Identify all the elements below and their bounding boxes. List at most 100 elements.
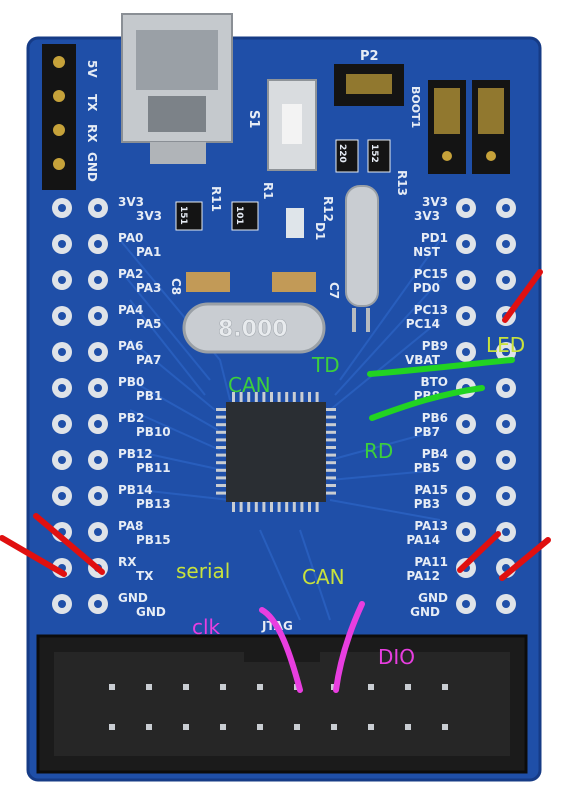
right-pin-label: PA14 (406, 533, 440, 547)
right-pin-label: GND (418, 591, 448, 605)
left-pin-label: PA4 (118, 303, 143, 317)
left-pin-label: PB13 (136, 497, 171, 511)
label-r13: R13 (395, 170, 409, 196)
left-pin-label: PB10 (136, 425, 171, 439)
right-pin-label: PD0 (413, 281, 440, 295)
pad-hole (462, 276, 470, 284)
pad-hole (462, 240, 470, 248)
annotation-can-top: CAN (228, 373, 271, 397)
label-d1: D1 (313, 222, 327, 240)
pad-hole (502, 600, 510, 608)
pad-hole (94, 492, 102, 500)
right-pin-label: PB6 (422, 411, 448, 425)
header-label-tx: TX (85, 94, 99, 112)
pad-hole (94, 384, 102, 392)
left-pin-label: PB1 (136, 389, 162, 403)
left-pin-label: PA1 (136, 245, 161, 259)
label-p2: P2 (360, 49, 379, 64)
annotation-can-bottom: CAN (302, 565, 345, 589)
right-pin-label: PA12 (406, 569, 440, 583)
pad-hole (94, 204, 102, 212)
pad-hole (94, 348, 102, 356)
left-pin-label: PA3 (136, 281, 161, 295)
label-151: 151 (178, 206, 188, 225)
pad-hole (94, 420, 102, 428)
pad-hole (462, 492, 470, 500)
right-pin-label: PB3 (414, 497, 440, 511)
jtag-connector (36, 634, 528, 774)
label-c8: C8 (169, 278, 183, 295)
uart-header (42, 44, 76, 190)
pad-hole (462, 528, 470, 536)
right-pin-label: PC15 (414, 267, 448, 281)
pad-hole (462, 348, 470, 356)
right-pin-label: NST (413, 245, 441, 259)
left-pin-label: GND (118, 591, 148, 605)
left-pin-label: PA7 (136, 353, 161, 367)
pad-hole (462, 456, 470, 464)
pad-hole (58, 420, 66, 428)
pad-hole (58, 384, 66, 392)
pad-hole (502, 456, 510, 464)
pad-hole (94, 600, 102, 608)
right-pin-label: PB9 (422, 339, 448, 353)
pad-hole (462, 420, 470, 428)
right-pin-label: GND (410, 605, 440, 619)
label-r12: R12 (321, 196, 335, 222)
left-pin-label: TX (136, 569, 154, 583)
left-pin-label: PB11 (136, 461, 171, 475)
left-pin-label: 3V3 (136, 209, 162, 223)
right-pin-label: PC14 (406, 317, 440, 331)
pad-hole (94, 240, 102, 248)
right-pin-label: PC13 (414, 303, 448, 317)
pad-hole (502, 240, 510, 248)
label-r11: R11 (209, 186, 223, 212)
right-pin-label: 3V3 (414, 209, 440, 223)
left-pin-label: PB12 (118, 447, 153, 461)
label-s1: S1 (246, 110, 261, 128)
reset-button (267, 79, 317, 171)
annotation-dio: DIO (378, 645, 415, 669)
pad-hole (58, 600, 66, 608)
label-r1: R1 (261, 182, 275, 200)
pad-hole (462, 312, 470, 320)
left-pin-label: PA5 (136, 317, 161, 331)
annotation-serial: serial (176, 559, 230, 583)
right-pin-label: BTO (420, 375, 448, 389)
crystal-label: 8.000 (218, 317, 288, 342)
board-photo: 5V TX RX GND S1 P2 BOOT1 151 101 220 152… (0, 0, 561, 810)
left-pin-label: PB0 (118, 375, 144, 389)
header-label-rx: RX (85, 124, 99, 143)
annotation-led: LED (486, 333, 525, 357)
pad-hole (462, 204, 470, 212)
right-pin-label: PA15 (414, 483, 448, 497)
left-pin-label: GND (136, 605, 166, 619)
pad-hole (58, 312, 66, 320)
jumper-p2 (334, 64, 404, 106)
pad-hole (502, 492, 510, 500)
left-pin-label: PA2 (118, 267, 143, 281)
left-pin-label: PA6 (118, 339, 143, 353)
pad-hole (94, 456, 102, 464)
right-pin-label: PB5 (414, 461, 440, 475)
mcu-chip (216, 392, 336, 512)
left-pin-label: PB15 (136, 533, 171, 547)
right-pin-label: PB4 (422, 447, 448, 461)
pad-hole (502, 528, 510, 536)
label-101: 101 (234, 206, 244, 225)
left-pin-label: PB2 (118, 411, 144, 425)
label-220: 220 (337, 144, 347, 163)
pad-hole (502, 276, 510, 284)
right-pin-label: 3V3 (422, 195, 448, 209)
left-pin-label: 3V3 (118, 195, 144, 209)
pad-hole (502, 384, 510, 392)
pad-hole (58, 276, 66, 284)
label-c7: C7 (327, 282, 341, 299)
left-pin-label: PB14 (118, 483, 153, 497)
annotation-td: TD (311, 353, 340, 377)
pad-hole (502, 204, 510, 212)
right-pin-label: PB7 (414, 425, 440, 439)
stm32-board-image: 5V TX RX GND S1 P2 BOOT1 151 101 220 152… (0, 13, 551, 782)
pad-hole (94, 312, 102, 320)
left-pin-label: PA8 (118, 519, 143, 533)
